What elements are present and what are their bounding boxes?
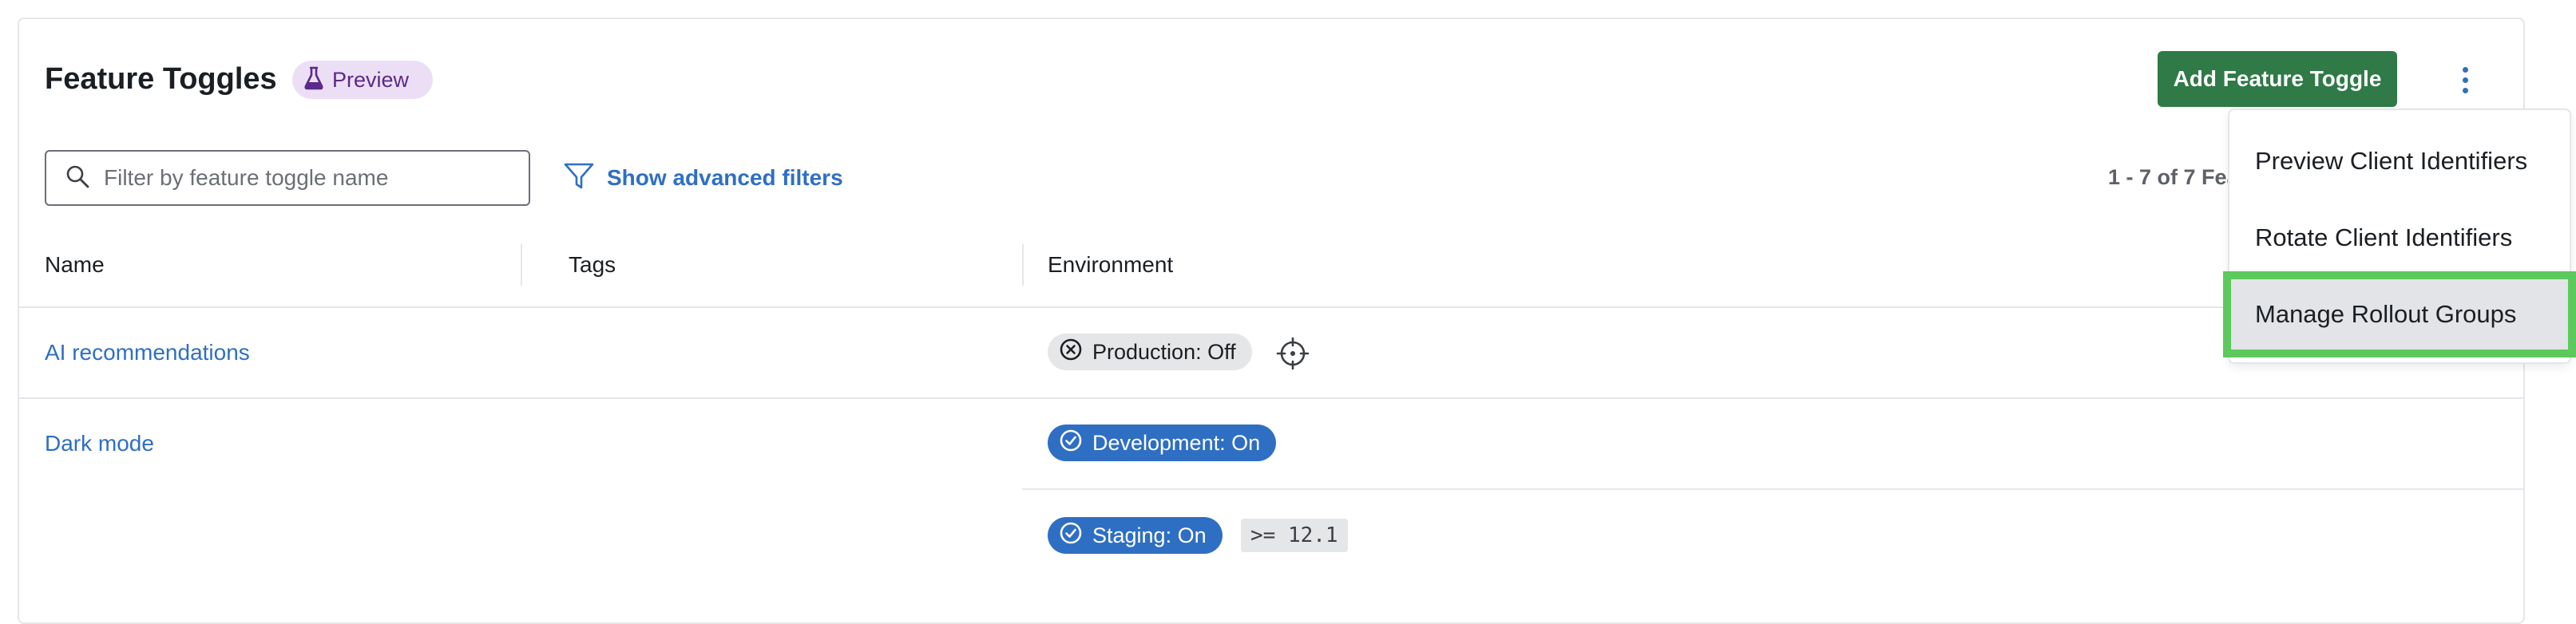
search-icon	[65, 164, 89, 192]
version-condition: >= 12.1	[1241, 519, 1348, 552]
kebab-menu-icon[interactable]	[2448, 57, 2482, 102]
preview-badge: Preview	[292, 61, 433, 99]
menu-item-manage-rollout-groups[interactable]: Manage Rollout Groups	[2223, 271, 2576, 357]
flask-icon	[303, 66, 324, 94]
env-chip-production[interactable]: Production: Off	[1048, 334, 1252, 370]
column-divider	[1022, 244, 1024, 286]
toggle-link-dark-mode[interactable]: Dark mode	[45, 429, 154, 458]
check-circle-icon	[1059, 429, 1083, 458]
env-chip-staging[interactable]: Staging: On	[1048, 517, 1223, 554]
row-divider	[19, 306, 2523, 308]
env-chip-development[interactable]: Development: On	[1048, 425, 1277, 461]
filter-icon	[564, 162, 594, 195]
menu-item-preview-client-identifiers[interactable]: Preview Client Identifiers	[2229, 124, 2570, 198]
column-header-tags[interactable]: Tags	[569, 251, 616, 279]
search-field[interactable]	[45, 150, 530, 206]
show-advanced-filters-button[interactable]: Show advanced filters	[564, 160, 843, 196]
x-circle-icon	[1059, 338, 1083, 367]
preview-badge-label: Preview	[332, 67, 410, 92]
pagination-summary: 1 - 7 of 7 Feature Toggles	[2108, 165, 2228, 189]
column-header-name[interactable]: Name	[45, 251, 105, 279]
toggle-link-ai-recommendations[interactable]: AI recommendations	[45, 338, 250, 367]
env-chip-label: Production: Off	[1092, 339, 1236, 364]
column-header-environment[interactable]: Environment	[1048, 251, 1173, 279]
sub-row-divider	[1022, 488, 2523, 490]
menu-item-rotate-client-identifiers[interactable]: Rotate Client Identifiers	[2229, 201, 2570, 274]
row-divider	[19, 397, 2523, 399]
env-chip-label: Development: On	[1092, 430, 1261, 455]
page-title: Feature Toggles	[45, 62, 277, 96]
column-divider	[521, 244, 522, 286]
check-circle-icon	[1059, 521, 1083, 551]
add-feature-toggle-button[interactable]: Add Feature Toggle	[2158, 51, 2397, 107]
crosshair-icon[interactable]	[1276, 337, 1310, 370]
more-actions-menu: Preview Client Identifiers Rotate Client…	[2223, 109, 2576, 364]
env-chip-label: Staging: On	[1092, 523, 1207, 547]
search-input[interactable]	[102, 164, 521, 192]
show-advanced-filters-label: Show advanced filters	[607, 165, 843, 190]
